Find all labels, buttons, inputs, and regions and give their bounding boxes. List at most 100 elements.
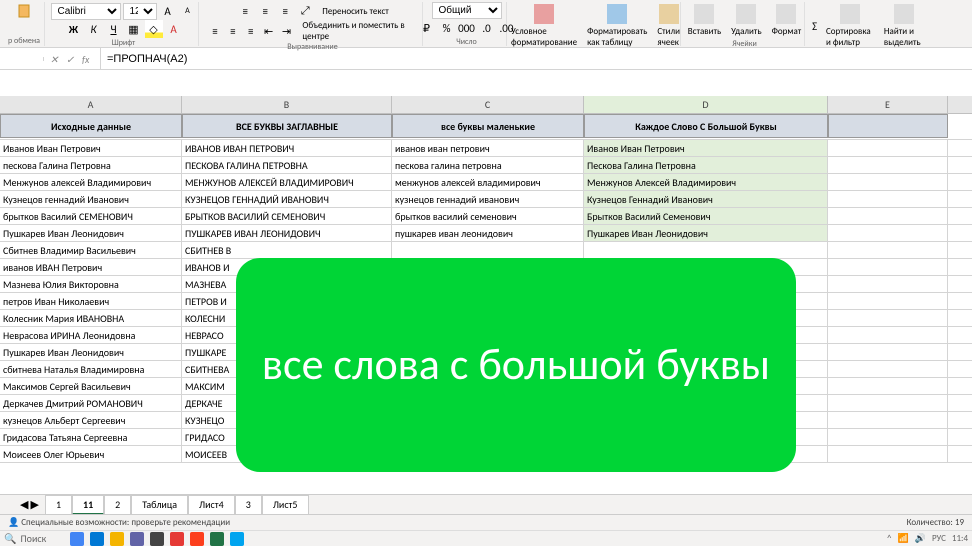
cell[interactable]: ИВАНОВ ИВАН ПЕТРОВИЧ bbox=[182, 140, 392, 156]
app-icon[interactable] bbox=[90, 532, 104, 546]
taskbar-search[interactable]: 🔍 Поиск bbox=[4, 532, 46, 545]
col-header-d[interactable]: D bbox=[584, 96, 828, 113]
clock[interactable]: 11:4 bbox=[952, 533, 968, 544]
find-select-button[interactable]: Найти и выделить bbox=[880, 2, 929, 50]
cell[interactable] bbox=[584, 242, 828, 258]
cell[interactable]: КУЗНЕЦОВ ГЕННАДИЙ ИВАНОВИЧ bbox=[182, 191, 392, 207]
sheet-tab[interactable]: 1 bbox=[45, 495, 72, 515]
cell[interactable]: Иванов Иван Петрович bbox=[0, 140, 182, 156]
cell[interactable]: БРЫТКОВ ВАСИЛИЙ СЕМЕНОВИЧ bbox=[182, 208, 392, 224]
sheet-tab[interactable]: Таблица bbox=[131, 495, 188, 515]
language-indicator[interactable]: РУС bbox=[932, 533, 946, 544]
cell[interactable]: МЕНЖУНОВ АЛЕКСЕЙ ВЛАДИМИРОВИЧ bbox=[182, 174, 392, 190]
cell[interactable]: Колесник Мария ИВАНОВНА bbox=[0, 310, 182, 326]
orientation-button[interactable]: ⤢ bbox=[296, 2, 314, 20]
font-size-select[interactable]: 12 bbox=[123, 3, 157, 20]
percent-button[interactable]: % bbox=[438, 19, 456, 37]
cell[interactable] bbox=[828, 157, 948, 173]
cell[interactable]: иванов иван петрович bbox=[392, 140, 584, 156]
volume-icon[interactable]: 🔊 bbox=[915, 533, 926, 544]
cell[interactable]: петров Иван Николаевич bbox=[0, 293, 182, 309]
wifi-icon[interactable]: 📶 bbox=[898, 533, 909, 544]
cell[interactable]: сбитнева Наталья Владимировна bbox=[0, 361, 182, 377]
decrease-font-button[interactable]: A bbox=[179, 2, 197, 20]
cell[interactable] bbox=[828, 327, 948, 343]
cell[interactable]: Кузнецов Геннадий Иванович bbox=[584, 191, 828, 207]
sheet-nav-prev-icon[interactable]: ◀ bbox=[20, 498, 28, 511]
cell[interactable]: Сбитнев Владимир Васильевич bbox=[0, 242, 182, 258]
cell[interactable] bbox=[828, 140, 948, 156]
cell[interactable] bbox=[828, 174, 948, 190]
paste-button[interactable] bbox=[15, 2, 33, 20]
app-icon[interactable] bbox=[130, 532, 144, 546]
col-header-c[interactable]: C bbox=[392, 96, 584, 113]
col-header-b[interactable]: B bbox=[182, 96, 392, 113]
comma-button[interactable]: 000 bbox=[458, 19, 476, 37]
cell[interactable] bbox=[828, 276, 948, 292]
align-left-button[interactable]: ≡ bbox=[207, 22, 223, 40]
col-header-e[interactable]: E bbox=[828, 96, 948, 113]
sheet-nav-next-icon[interactable]: ▶ bbox=[30, 498, 38, 511]
increase-font-button[interactable]: A bbox=[159, 2, 177, 20]
cell[interactable]: Пушкарев Иван Леонидович bbox=[0, 225, 182, 241]
formula-input[interactable] bbox=[101, 51, 972, 67]
cell[interactable] bbox=[828, 378, 948, 394]
cell[interactable] bbox=[392, 242, 584, 258]
wrap-text-button[interactable]: Переносить текст bbox=[322, 6, 389, 17]
cell[interactable] bbox=[828, 310, 948, 326]
cell[interactable]: Моисеев Олег Юрьевич bbox=[0, 446, 182, 462]
merge-center-button[interactable]: Объединить и поместить в центре bbox=[302, 20, 418, 42]
cell[interactable]: Гридасова Татьяна Сергеевна bbox=[0, 429, 182, 445]
cell[interactable] bbox=[828, 208, 948, 224]
cell[interactable] bbox=[828, 191, 948, 207]
sheet-tab[interactable]: 3 bbox=[235, 495, 262, 515]
delete-cells-button[interactable]: Удалить bbox=[727, 2, 765, 39]
cell[interactable]: иванов ИВАН Петрович bbox=[0, 259, 182, 275]
sheet-tab[interactable]: Лист5 bbox=[262, 495, 309, 515]
insert-cells-button[interactable]: Вставить bbox=[684, 2, 725, 39]
cell[interactable]: пушкарев иван леонидович bbox=[392, 225, 584, 241]
cell[interactable]: пескова галина петровна bbox=[392, 157, 584, 173]
cell[interactable]: менжунов алексей владимирович bbox=[392, 174, 584, 190]
cell[interactable]: Менжунов алексей Владимирович bbox=[0, 174, 182, 190]
format-as-table-button[interactable]: Форматировать как таблицу bbox=[583, 2, 651, 50]
header-a[interactable]: Исходные данные bbox=[0, 114, 182, 138]
cell[interactable]: Менжунов Алексей Владимирович bbox=[584, 174, 828, 190]
app-icon[interactable] bbox=[170, 532, 184, 546]
align-bottom-button[interactable]: ≡ bbox=[276, 2, 294, 20]
cell[interactable]: Деркачев Дмитрий РОМАНОВИЧ bbox=[0, 395, 182, 411]
sheet-tab[interactable]: 11 bbox=[72, 495, 104, 515]
number-format-select[interactable]: Общий bbox=[432, 2, 502, 19]
format-cells-button[interactable]: Формат bbox=[768, 2, 806, 39]
cell[interactable] bbox=[828, 361, 948, 377]
cell-styles-button[interactable]: Стили ячеек bbox=[653, 2, 684, 50]
cell[interactable] bbox=[828, 395, 948, 411]
cell[interactable]: СБИТНЕВ В bbox=[182, 242, 392, 258]
fx-icon[interactable]: fx bbox=[82, 53, 94, 65]
cell[interactable] bbox=[828, 429, 948, 445]
cell[interactable]: Брытков Василий Семенович bbox=[584, 208, 828, 224]
align-right-button[interactable]: ≡ bbox=[243, 22, 259, 40]
cell[interactable]: Мазнева Юлия Викторовна bbox=[0, 276, 182, 292]
font-color-button[interactable]: A bbox=[165, 20, 183, 38]
cell[interactable]: кузнецов Альберт Сергеевич bbox=[0, 412, 182, 428]
cell[interactable]: Иванов Иван Петрович bbox=[584, 140, 828, 156]
header-e[interactable] bbox=[828, 114, 948, 138]
cell[interactable]: Пушкарев Иван Леонидович bbox=[0, 344, 182, 360]
header-c[interactable]: все буквы маленькие bbox=[392, 114, 584, 138]
underline-button[interactable]: Ч bbox=[105, 20, 123, 38]
fill-color-button[interactable]: ◇ bbox=[145, 20, 163, 38]
header-b[interactable]: ВСЕ БУКВЫ ЗАГЛАВНЫЕ bbox=[182, 114, 392, 138]
app-icon[interactable] bbox=[150, 532, 164, 546]
increase-decimal-button[interactable]: .0 bbox=[478, 19, 496, 37]
app-icon[interactable] bbox=[110, 532, 124, 546]
cell[interactable]: брытков Василий СЕМЕНОВИЧ bbox=[0, 208, 182, 224]
align-middle-button[interactable]: ≡ bbox=[256, 2, 274, 20]
app-icon[interactable] bbox=[70, 532, 84, 546]
cell[interactable] bbox=[828, 344, 948, 360]
cell[interactable]: Кузнецов геннадий Иванович bbox=[0, 191, 182, 207]
align-top-button[interactable]: ≡ bbox=[236, 2, 254, 20]
autosum-button[interactable]: Σ bbox=[809, 17, 820, 35]
align-center-button[interactable]: ≡ bbox=[225, 22, 241, 40]
app-icon[interactable] bbox=[190, 532, 204, 546]
